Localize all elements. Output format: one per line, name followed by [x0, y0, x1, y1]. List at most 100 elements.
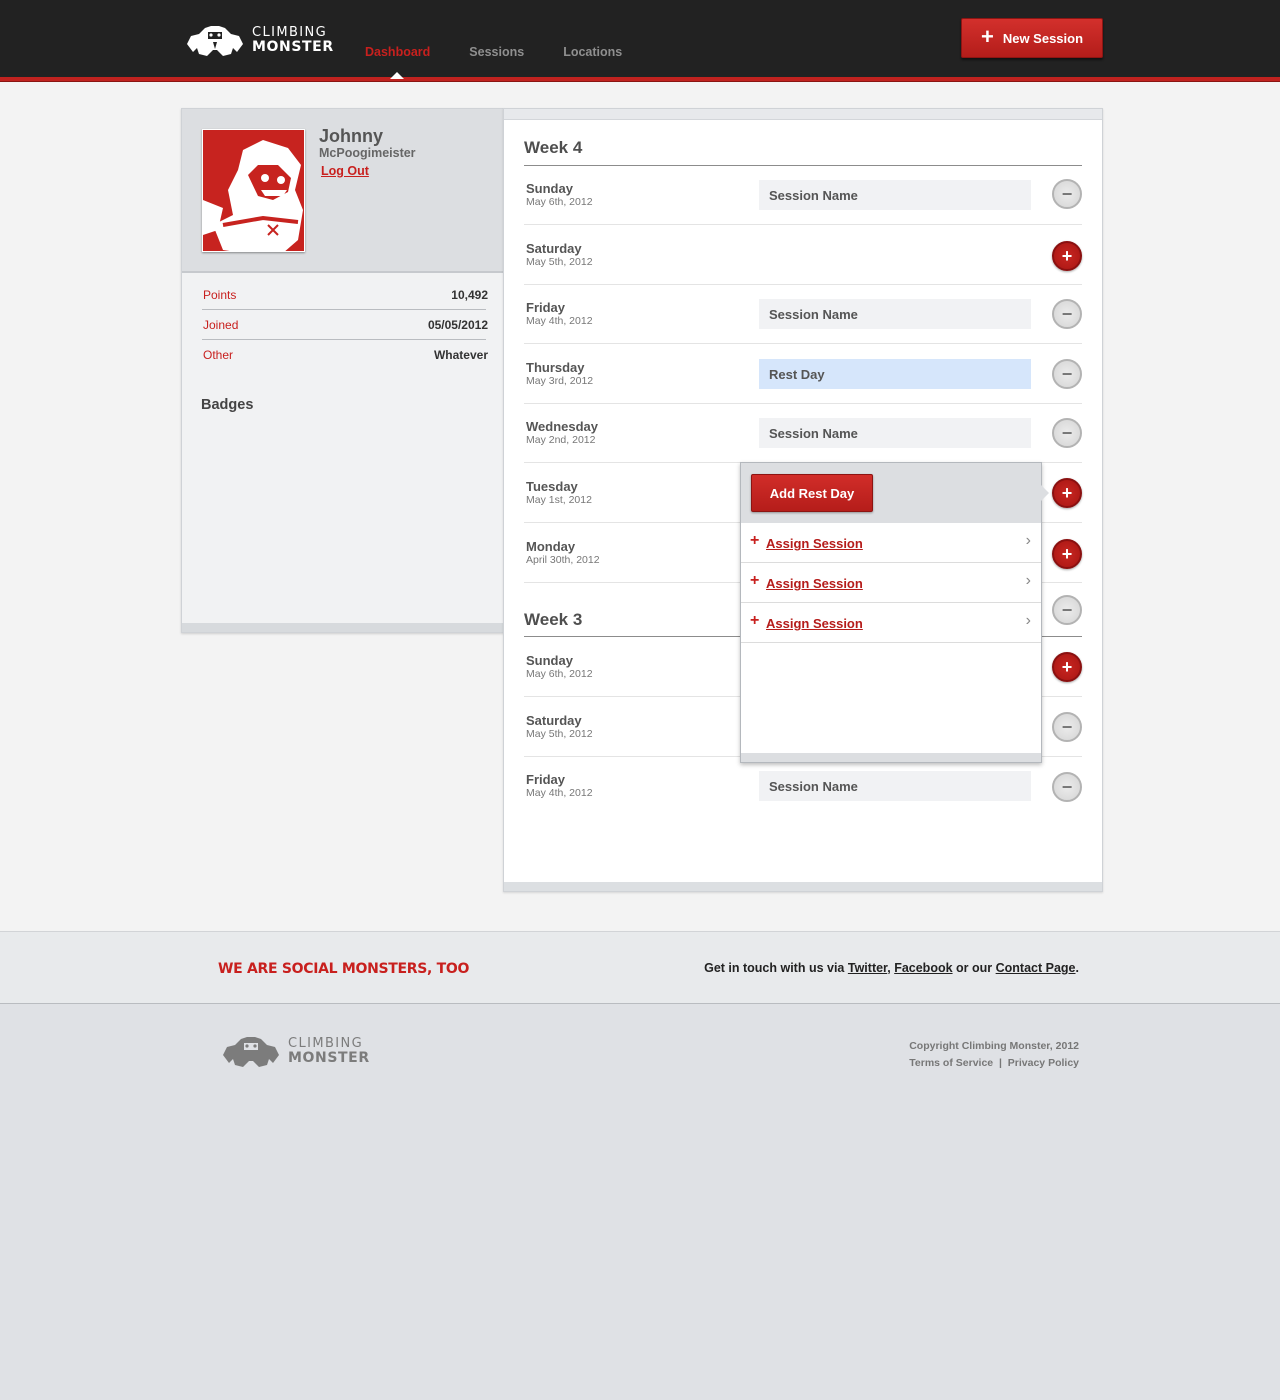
plus-icon: +	[1061, 657, 1073, 677]
nav-locations[interactable]: Locations	[563, 45, 622, 59]
contact-mid: or our	[956, 961, 993, 975]
twitter-link[interactable]: Twitter	[848, 961, 887, 975]
day-label: Sunday May 6th, 2012	[526, 181, 593, 208]
chevron-right-icon: ›	[1025, 572, 1031, 589]
user-last-name: McPoogimeister	[319, 146, 416, 160]
plus-icon: +	[750, 572, 760, 589]
collapse-week-button[interactable]: −	[1052, 595, 1082, 625]
profile-panel: Johnny McPoogimeister Log Out Points 10,…	[181, 108, 504, 633]
assign-session-item[interactable]: + Assign Session ›	[741, 523, 1041, 563]
day-label: Saturday May 5th, 2012	[526, 713, 593, 740]
popover-header: Add Rest Day	[741, 463, 1041, 523]
stat-value: Whatever	[433, 348, 488, 362]
contact-prefix: Get in touch with us via	[704, 961, 845, 975]
new-session-label: New Session	[1002, 30, 1084, 46]
monster-logo-icon	[187, 26, 243, 56]
social-title: WE ARE SOCIAL MONSTERS, TOO	[218, 961, 470, 977]
plus-icon: +	[1061, 246, 1073, 266]
day-label: Tuesday May 1st, 2012	[526, 479, 592, 506]
minus-icon: −	[1061, 777, 1073, 797]
logout-link[interactable]: Log Out	[321, 164, 369, 178]
monster-logo-icon	[223, 1037, 279, 1067]
footer-logo[interactable]: CLIMBING MONSTER	[219, 1033, 370, 1069]
day-label: Friday May 4th, 2012	[526, 300, 593, 327]
rest-day-field[interactable]	[759, 359, 1031, 389]
day-label: Sunday May 6th, 2012	[526, 653, 593, 680]
assign-session-link[interactable]: Assign Session	[766, 576, 863, 591]
remove-session-button[interactable]: −	[1052, 712, 1082, 742]
session-name-field[interactable]	[759, 299, 1031, 329]
session-name-field[interactable]	[759, 180, 1031, 210]
badges-title: Badges	[201, 397, 254, 413]
chevron-right-icon: ›	[1025, 612, 1031, 629]
remove-session-button[interactable]: −	[1052, 299, 1082, 329]
minus-icon: −	[1061, 304, 1073, 324]
session-name-field[interactable]	[759, 771, 1031, 801]
week-title: Week 4	[524, 138, 583, 157]
logo-line1: CLIMBING	[252, 25, 328, 40]
plus-icon: +	[980, 24, 994, 49]
social-bar: WE ARE SOCIAL MONSTERS, TOO Get in touch…	[0, 931, 1280, 1004]
stat-value: 10,492	[451, 288, 488, 302]
stat-key: Points	[203, 288, 237, 302]
plus-icon: +	[1061, 544, 1073, 564]
stat-row-joined: Joined 05/05/2012	[202, 310, 488, 340]
day-label: Monday April 30th, 2012	[526, 539, 600, 566]
popover-arrow	[1041, 485, 1049, 501]
minus-icon: −	[1061, 184, 1073, 204]
week-title: Week 3	[524, 610, 583, 629]
remove-session-button[interactable]: −	[1052, 772, 1082, 802]
add-session-button[interactable]: +	[1052, 241, 1082, 271]
stat-key: Joined	[203, 318, 239, 332]
minus-icon: −	[1061, 717, 1073, 737]
remove-session-button[interactable]: −	[1052, 418, 1082, 448]
privacy-link[interactable]: Privacy Policy	[1008, 1057, 1079, 1069]
facebook-link[interactable]: Facebook	[894, 961, 952, 975]
stat-key: Other	[203, 348, 234, 362]
minus-icon: −	[1061, 600, 1073, 620]
contact-page-link[interactable]: Contact Page	[996, 961, 1076, 975]
day-label: Wednesday May 2nd, 2012	[526, 419, 599, 446]
assign-session-item[interactable]: + Assign Session ›	[741, 563, 1041, 603]
day-label: Saturday May 5th, 2012	[526, 241, 593, 268]
new-session-button[interactable]: + New Session	[961, 18, 1103, 58]
assign-session-item[interactable]: + Assign Session ›	[741, 603, 1041, 643]
stat-row-points: Points 10,492	[202, 280, 488, 310]
logo-line2: MONSTER	[288, 1050, 370, 1066]
main-nav: Dashboard Sessions Locations	[365, 45, 661, 59]
plus-icon: +	[750, 532, 760, 549]
day-label: Friday May 4th, 2012	[526, 772, 593, 799]
add-session-button[interactable]: +	[1052, 652, 1082, 682]
remove-session-button[interactable]: −	[1052, 179, 1082, 209]
assign-session-link[interactable]: Assign Session	[766, 536, 863, 551]
plus-icon: +	[1061, 483, 1073, 503]
session-name-field[interactable]	[759, 418, 1031, 448]
avatar[interactable]	[202, 129, 305, 252]
monster-avatar-icon	[203, 130, 304, 251]
chevron-right-icon: ›	[1025, 532, 1031, 549]
terms-link[interactable]: Terms of Service	[909, 1057, 993, 1069]
add-session-button[interactable]: +	[1052, 478, 1082, 508]
nav-dashboard[interactable]: Dashboard	[365, 45, 430, 59]
plus-icon: +	[750, 612, 760, 629]
profile-header: Johnny McPoogimeister Log Out	[182, 109, 504, 273]
copyright-block: Copyright Climbing Monster, 2012 Terms o…	[909, 1038, 1079, 1072]
logo-line1: CLIMBING	[288, 1036, 364, 1051]
day-label: Thursday May 3rd, 2012	[526, 360, 594, 387]
stat-value: 05/05/2012	[427, 318, 488, 332]
assign-session-link[interactable]: Assign Session	[766, 616, 863, 631]
assign-session-popover: Add Rest Day + Assign Session › + Assign…	[740, 462, 1049, 763]
active-nav-indicator	[390, 72, 404, 79]
minus-icon: −	[1061, 423, 1073, 443]
remove-session-button[interactable]: −	[1052, 359, 1082, 389]
link-separator: |	[998, 1057, 1002, 1069]
contact-text: Get in touch with us via Twitter, Facebo…	[704, 961, 1079, 975]
user-first-name: Johnny	[319, 126, 384, 146]
add-rest-day-button[interactable]: Add Rest Day	[751, 474, 873, 512]
logo-line2: MONSTER	[252, 39, 334, 55]
nav-sessions[interactable]: Sessions	[469, 45, 524, 59]
add-session-button[interactable]: +	[1052, 539, 1082, 569]
minus-icon: −	[1061, 364, 1073, 384]
site-logo[interactable]: CLIMBING MONSTER	[183, 22, 334, 58]
copyright-text: Copyright Climbing Monster, 2012	[909, 1040, 1079, 1052]
